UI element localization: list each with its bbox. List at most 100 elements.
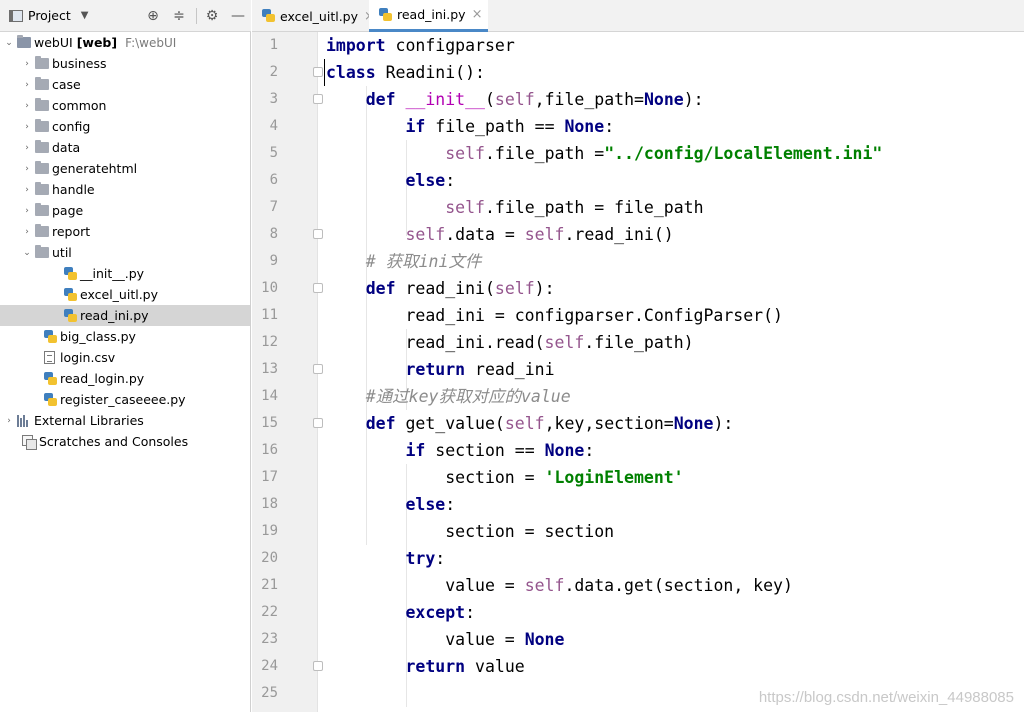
line-number: 11 <box>261 307 278 323</box>
chevron-right-icon[interactable]: › <box>22 185 32 195</box>
tree-item-excel-uitl-py[interactable]: excel_uitl.py <box>0 284 250 305</box>
tree-item-label: read_login.py <box>60 371 145 386</box>
project-view-selector[interactable]: Project ▼ <box>9 8 88 23</box>
gear-icon[interactable]: ⚙ <box>203 7 221 25</box>
folder-icon <box>35 98 49 111</box>
project-toolbar: Project ▼ ⊕ ≑ ⚙ — <box>0 0 251 32</box>
code-line: except: <box>405 603 476 622</box>
tree-item-label: read_ini.py <box>80 308 149 323</box>
code-line: import configparser <box>326 36 515 55</box>
line-number: 16 <box>261 442 278 458</box>
fold-marker-icon[interactable] <box>313 229 323 239</box>
chevron-down-icon[interactable]: ⌄ <box>22 248 32 258</box>
folder-icon <box>35 203 49 216</box>
editor-tabbar: excel_uitl.py × read_ini.py × <box>252 0 1024 32</box>
fold-marker-icon[interactable] <box>313 364 323 374</box>
tree-item-page[interactable]: › page <box>0 200 250 221</box>
line-number: 10 <box>261 280 278 296</box>
project-title: Project <box>28 8 71 23</box>
code-line: def __init__(self,file_path=None): <box>365 90 704 109</box>
code-line: # 获取ini文件 <box>365 252 482 271</box>
tree-item-common[interactable]: › common <box>0 95 250 116</box>
tree-item-label: big_class.py <box>60 329 136 344</box>
fold-marker-icon[interactable] <box>313 661 323 671</box>
tab-read-ini-py[interactable]: read_ini.py × <box>369 0 489 32</box>
folder-icon <box>35 245 49 258</box>
collapse-icon[interactable]: ≑ <box>170 7 188 25</box>
chevron-right-icon[interactable]: › <box>22 59 32 69</box>
tree-item-label: handle <box>52 182 95 197</box>
toolbar-divider <box>196 8 197 24</box>
folder-icon <box>35 56 49 69</box>
chevron-right-icon[interactable]: › <box>22 122 32 132</box>
python-file-icon <box>262 9 275 23</box>
tree-root-webui[interactable]: ⌄ webUI [web] F:\webUI <box>0 32 250 53</box>
tree-item-label: excel_uitl.py <box>80 287 159 302</box>
chevron-right-icon[interactable]: › <box>22 143 32 153</box>
tree-item-handle[interactable]: › handle <box>0 179 250 200</box>
fold-marker-icon[interactable] <box>313 418 323 428</box>
tree-item-big-class-py[interactable]: big_class.py <box>0 326 250 347</box>
chevron-right-icon[interactable]: › <box>22 164 32 174</box>
locate-icon[interactable]: ⊕ <box>144 7 162 25</box>
fold-marker-icon[interactable] <box>313 283 323 293</box>
tree-item-read-ini-py[interactable]: read_ini.py <box>0 305 250 326</box>
line-number: 12 <box>261 334 278 350</box>
fold-marker-icon[interactable] <box>313 67 323 77</box>
tree-item-label: page <box>52 203 84 218</box>
code-line: else: <box>405 495 456 514</box>
code-line: else: <box>405 171 456 190</box>
folder-icon <box>35 119 49 132</box>
tree-item-case[interactable]: › case <box>0 74 250 95</box>
scratches-icon <box>22 435 37 450</box>
line-number: 15 <box>261 415 278 431</box>
tree-item-config[interactable]: › config <box>0 116 250 137</box>
chevron-right-icon[interactable]: › <box>22 101 32 111</box>
close-icon[interactable]: × <box>472 7 483 22</box>
tree-item-label: business <box>52 56 107 71</box>
chevron-down-icon[interactable]: ⌄ <box>4 38 14 48</box>
code-line: if file_path == None: <box>405 117 615 136</box>
code-line: self.file_path = file_path <box>445 198 704 217</box>
tree-item-report[interactable]: › report <box>0 221 250 242</box>
root-path: F:\webUI <box>125 35 177 50</box>
tree-item-util[interactable]: ⌄ util <box>0 242 250 263</box>
folder-icon <box>35 140 49 153</box>
line-number: 18 <box>261 496 278 512</box>
chevron-right-icon[interactable]: › <box>22 206 32 216</box>
code-line: def read_ini(self): <box>365 279 555 298</box>
project-panel: Project ▼ ⊕ ≑ ⚙ — ⌄ webUI [web] F:\webUI… <box>0 0 251 712</box>
tree-item-login-csv[interactable]: login.csv <box>0 347 250 368</box>
tab-excel-uitl-py[interactable]: excel_uitl.py × <box>252 0 381 32</box>
tree-item-label: common <box>52 98 107 113</box>
code-line: section = 'LoginElement' <box>326 468 684 487</box>
python-file-icon <box>379 7 392 22</box>
tree-item-label: generatehtml <box>52 161 138 176</box>
tree-item-label: External Libraries <box>34 413 144 428</box>
tree-item-register-caseeee-py[interactable]: register_caseeee.py <box>0 389 250 410</box>
chevron-right-icon[interactable]: › <box>4 416 14 426</box>
code-editor[interactable]: 1 2 3 4 5 6 7 8 9 10 11 12 13 14 15 16 17 18 19 20 21 22 23 24 2… <box>252 32 1024 712</box>
tree-item-label: register_caseeee.py <box>60 392 186 407</box>
chevron-right-icon[interactable]: › <box>22 227 32 237</box>
tree-item-data[interactable]: › data <box>0 137 250 158</box>
line-number: 25 <box>261 685 278 701</box>
tree-item-business[interactable]: › business <box>0 53 250 74</box>
line-number: 20 <box>261 550 278 566</box>
tree-item-label: case <box>52 77 81 92</box>
code-line: def get_value(self,key,section=None): <box>365 414 734 433</box>
tree-item-scratches[interactable]: Scratches and Consoles <box>0 431 250 452</box>
chevron-right-icon[interactable]: › <box>22 80 32 90</box>
minimize-icon[interactable]: — <box>229 7 247 25</box>
tree-item-read-login-py[interactable]: read_login.py <box>0 368 250 389</box>
tree-item-label: config <box>52 119 91 134</box>
folder-icon <box>35 77 49 90</box>
line-number: 9 <box>269 253 278 269</box>
line-number: 5 <box>269 145 278 161</box>
tree-item-generatehtml[interactable]: › generatehtml <box>0 158 250 179</box>
tree-item-external-libraries[interactable]: › External Libraries <box>0 410 250 431</box>
tree-item-init-py[interactable]: __init__.py <box>0 263 250 284</box>
root-module: [web] <box>76 35 118 50</box>
fold-marker-icon[interactable] <box>313 94 323 104</box>
code-line: value = None <box>326 630 565 649</box>
